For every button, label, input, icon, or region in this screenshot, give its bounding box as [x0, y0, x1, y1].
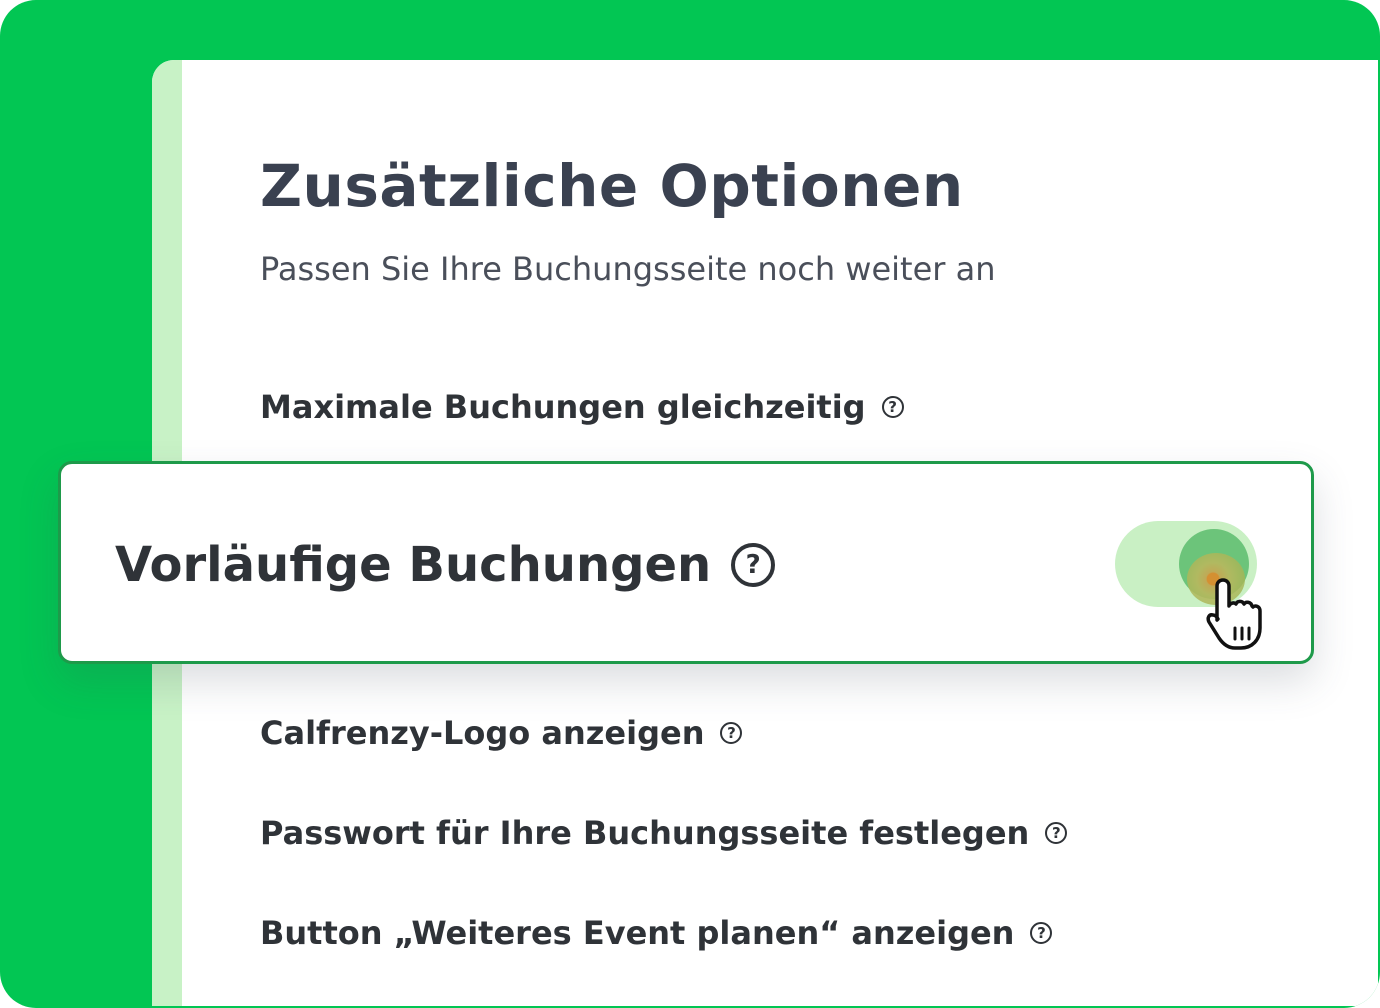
- option-max-bookings[interactable]: Maximale Buchungen gleichzeitig ?: [260, 388, 904, 426]
- option-label: Maximale Buchungen gleichzeitig: [260, 388, 866, 426]
- question-circle-icon[interactable]: ?: [1030, 922, 1053, 944]
- question-circle-icon[interactable]: ?: [881, 396, 904, 418]
- question-circle-icon[interactable]: ?: [1045, 822, 1068, 844]
- page-subtitle: Passen Sie Ihre Buchungsseite noch weite…: [260, 250, 996, 288]
- page-title: Zusätzliche Optionen: [260, 152, 964, 220]
- question-circle-icon[interactable]: ?: [731, 543, 776, 587]
- option-label: Passwort für Ihre Buchungsseite festlege…: [260, 814, 1030, 852]
- option-password[interactable]: Passwort für Ihre Buchungsseite festlege…: [260, 814, 1068, 852]
- option-show-logo[interactable]: Calfrenzy-Logo anzeigen ?: [260, 714, 743, 752]
- question-circle-icon[interactable]: ?: [720, 722, 743, 744]
- tentative-bookings-label: Vorläufige Buchungen: [115, 537, 712, 593]
- highlight-card-tentative-bookings: Vorläufige Buchungen ?: [58, 461, 1314, 664]
- option-schedule-button[interactable]: Button „Weiteres Event planen“ anzeigen …: [260, 914, 1053, 952]
- option-label: Calfrenzy-Logo anzeigen: [260, 714, 705, 752]
- tentative-bookings-row: Vorläufige Buchungen ?: [115, 537, 776, 593]
- option-label: Button „Weiteres Event planen“ anzeigen: [260, 914, 1015, 952]
- hand-pointer-icon: [1206, 578, 1262, 650]
